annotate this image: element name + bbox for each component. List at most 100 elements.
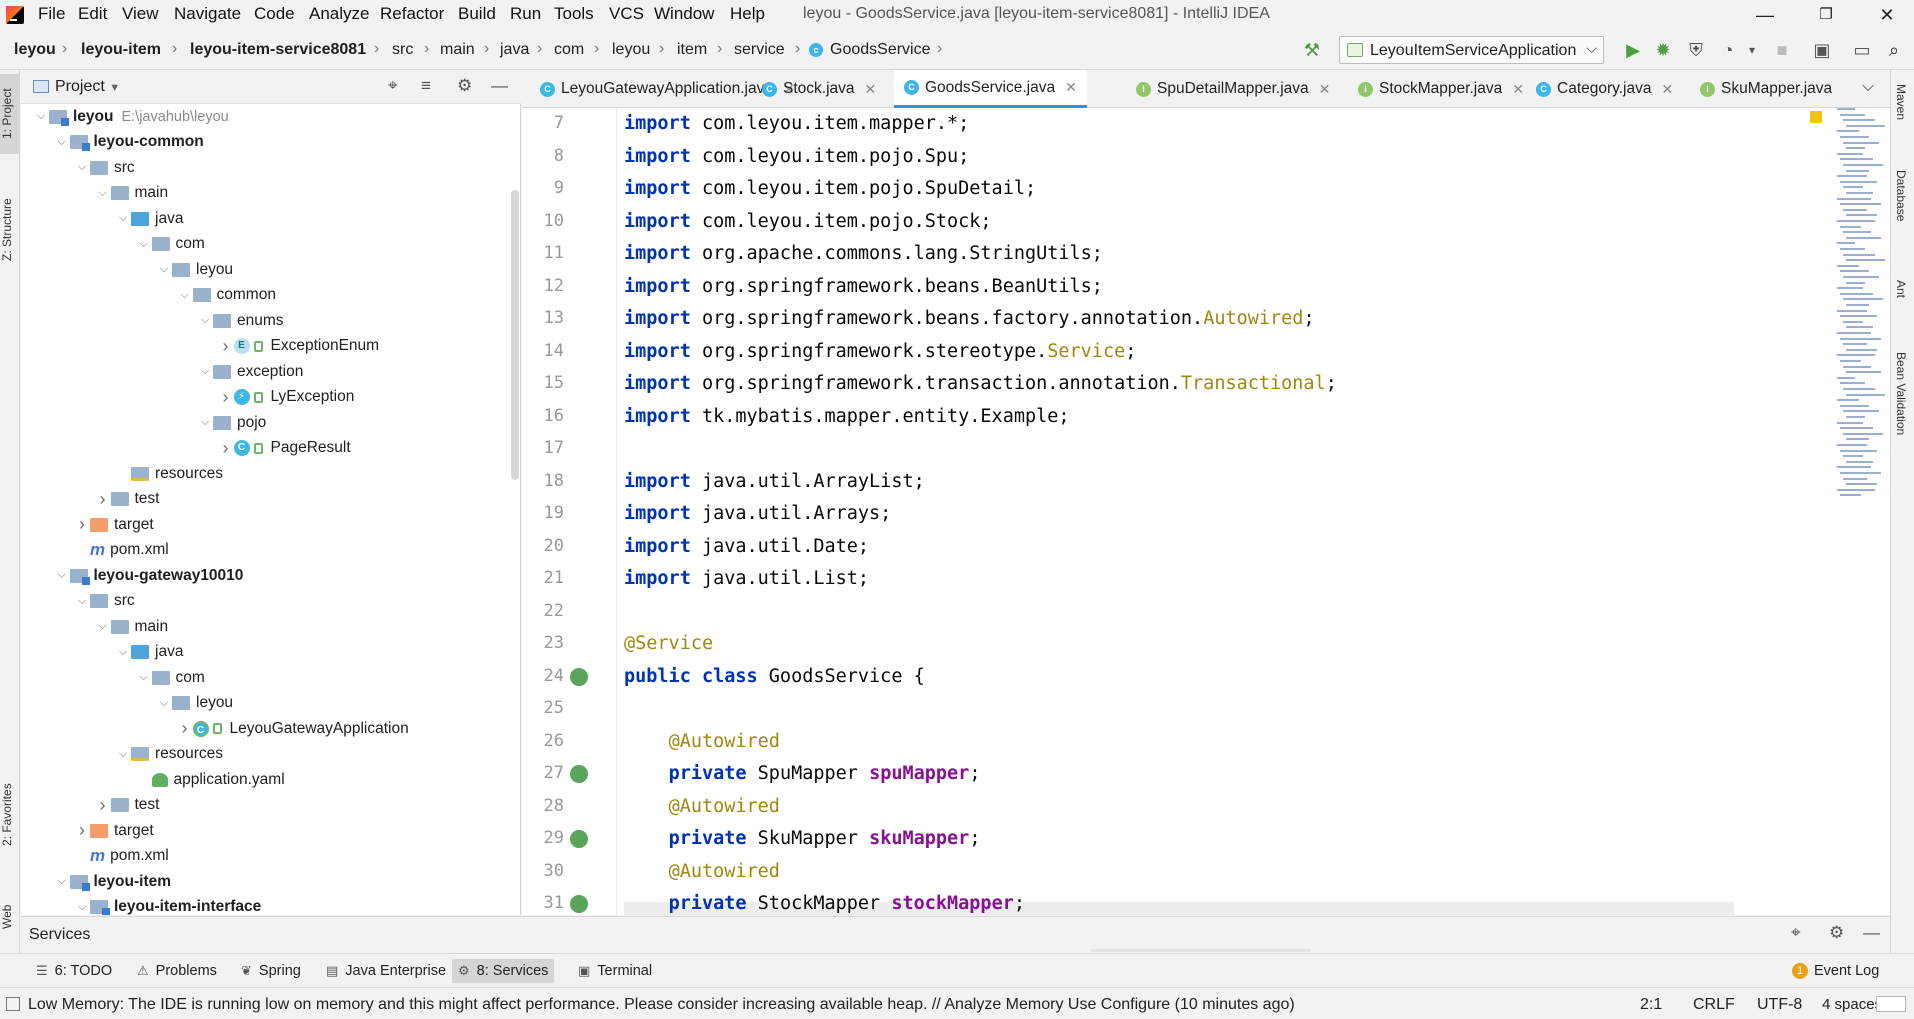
tool-window-button[interactable]: ▤ Java Enterprise: [320, 959, 452, 983]
chevron-right-icon[interactable]: ›: [95, 489, 111, 510]
menu-help[interactable]: Help: [730, 4, 765, 24]
tool-window-button[interactable]: ⚠ Problems: [131, 959, 223, 983]
chevron-down-icon[interactable]: ⌵: [136, 238, 152, 251]
chevron-right-icon[interactable]: ›: [218, 387, 234, 408]
tree-item[interactable]: ⌵ enums: [197, 308, 284, 333]
gear-icon[interactable]: ⚙: [457, 76, 472, 96]
menu-analyze[interactable]: Analyze: [309, 4, 369, 24]
chevron-right-icon[interactable]: ›: [95, 795, 111, 816]
chevron-down-icon[interactable]: ⌵: [156, 263, 172, 276]
chevron-right-icon[interactable]: ›: [218, 438, 234, 459]
tab-structure[interactable]: Z: Structure: [0, 180, 20, 280]
build-hammer-icon[interactable]: ⚒: [1300, 38, 1324, 62]
globe-icon[interactable]: ⌖: [1791, 923, 1801, 943]
breadcrumb-item[interactable]: service: [734, 41, 785, 59]
tree-item[interactable]: ⌵ resources: [115, 742, 223, 767]
chevron-right-icon[interactable]: ›: [218, 336, 234, 357]
tree-item[interactable]: m pom.xml: [74, 844, 169, 869]
editor-tab[interactable]: C Category.java ✕: [1526, 70, 1683, 108]
tree-item[interactable]: ⌵ leyou-item-interface: [74, 895, 261, 915]
minimize-button[interactable]: —: [1742, 2, 1788, 28]
chevron-down-icon[interactable]: ⌵: [74, 595, 90, 608]
menu-code[interactable]: Code: [254, 4, 295, 24]
chevron-down-icon[interactable]: ⌵: [197, 365, 213, 378]
chevron-down-icon[interactable]: ▾: [1740, 38, 1764, 62]
tree-item[interactable]: ⌵ java: [115, 206, 184, 231]
tab-ant[interactable]: Ant: [1894, 280, 1908, 298]
tree-item[interactable]: application.yaml: [136, 767, 285, 792]
tree-item[interactable]: › target: [74, 818, 154, 843]
tool-window-button[interactable]: ❦ Spring: [235, 959, 307, 983]
scrollbar[interactable]: [511, 190, 519, 480]
chevron-down-icon[interactable]: ⌵: [54, 569, 70, 582]
code-area[interactable]: import com.leyou.item.mapper.*; import co…: [624, 108, 1854, 915]
coverage-icon[interactable]: ⛨: [1684, 38, 1708, 62]
tree-item[interactable]: › E ExceptionEnum: [218, 334, 380, 359]
breadcrumb-item[interactable]: GoodsService: [830, 41, 931, 59]
tab-database[interactable]: Database: [1894, 170, 1908, 221]
breadcrumb-item[interactable]: com: [554, 41, 584, 59]
menu-view[interactable]: View: [122, 4, 159, 24]
resize-handle[interactable]: [1091, 949, 1311, 952]
breadcrumb-item[interactable]: item: [677, 41, 707, 59]
editor-tab[interactable]: I StockMapper.java ✕: [1348, 70, 1534, 108]
menu-file[interactable]: File: [38, 4, 65, 24]
search-icon[interactable]: ⌕: [1882, 38, 1906, 62]
chevron-right-icon[interactable]: ›: [74, 514, 90, 535]
editor-tab[interactable]: I SkuMapper.java: [1690, 70, 1832, 108]
menu-tools[interactable]: Tools: [554, 4, 594, 24]
breadcrumb-item[interactable]: leyou: [612, 41, 650, 59]
menu-window[interactable]: Window: [654, 4, 714, 24]
tree-item[interactable]: ⌵ leyou E:\javahub\leyou: [33, 104, 229, 129]
run-configuration-select[interactable]: LeyouItemServiceApplication ⌵: [1339, 36, 1604, 64]
chevron-right-icon[interactable]: ›: [177, 718, 193, 739]
indent-setting[interactable]: 4 spaces: [1822, 996, 1882, 1013]
caret-position[interactable]: 2:1: [1640, 996, 1662, 1014]
chevron-down-icon[interactable]: ⌵: [54, 875, 70, 888]
breadcrumb-item[interactable]: java: [500, 41, 529, 59]
tree-item[interactable]: m pom.xml: [74, 538, 169, 563]
debug-icon[interactable]: ✹: [1651, 38, 1675, 62]
tabs-overflow-chevron-icon[interactable]: ⌵: [1862, 78, 1874, 96]
warning-marker-icon[interactable]: [1810, 111, 1822, 123]
chevron-down-icon[interactable]: ⌵: [95, 620, 111, 633]
hide-icon[interactable]: —: [491, 76, 508, 96]
tree-item[interactable]: ⌵ com: [136, 665, 204, 690]
breadcrumb-item[interactable]: src: [392, 41, 413, 59]
tree-item[interactable]: ⌵ pojo: [197, 410, 266, 435]
tree-item[interactable]: › target: [74, 512, 154, 537]
chevron-down-icon[interactable]: ⌵: [115, 748, 131, 761]
menu-refactor[interactable]: Refactor: [380, 4, 444, 24]
spring-bean-gutter-icon[interactable]: [570, 895, 588, 913]
tree-item[interactable]: ⌵ common: [177, 283, 276, 308]
tree-item[interactable]: ⌵ leyou: [156, 257, 233, 282]
spring-bean-gutter-icon[interactable]: [570, 830, 588, 848]
chevron-down-icon[interactable]: ⌵: [115, 212, 131, 225]
file-encoding[interactable]: UTF-8: [1757, 996, 1802, 1014]
breadcrumb-item[interactable]: leyou-item-service8081: [190, 41, 366, 59]
tree-item[interactable]: ⌵ main: [95, 614, 168, 639]
tab-bean-validation[interactable]: Bean Validation: [1894, 352, 1908, 435]
spring-bean-gutter-icon[interactable]: [570, 667, 588, 686]
tree-item[interactable]: › C PageResult: [218, 436, 351, 461]
close-icon[interactable]: ✕: [1512, 81, 1524, 98]
breadcrumb-item[interactable]: leyou-item: [81, 41, 161, 59]
tree-item[interactable]: ⌵ main: [95, 181, 168, 206]
project-view-select[interactable]: Project ▼: [55, 78, 120, 96]
tree-item[interactable]: ⌵ leyou-item: [54, 869, 171, 894]
tree-item[interactable]: ⌵ leyou: [156, 691, 233, 716]
tree-item[interactable]: resources: [115, 461, 223, 486]
collapse-all-icon[interactable]: ≡: [421, 76, 431, 96]
tree-item[interactable]: ⌵ src: [74, 589, 135, 614]
editor-tab[interactable]: C GoodsService.java ✕: [894, 70, 1087, 108]
breadcrumb-item[interactable]: leyou: [14, 41, 56, 59]
chevron-down-icon[interactable]: ⌵: [197, 416, 213, 429]
locate-icon[interactable]: ⌖: [388, 76, 398, 96]
restore-button[interactable]: ❐: [1803, 2, 1849, 28]
memory-indicator[interactable]: [1876, 996, 1906, 1012]
line-separator[interactable]: CRLF: [1693, 996, 1735, 1014]
tree-item[interactable]: ⌵ exception: [197, 359, 304, 384]
close-icon[interactable]: ✕: [1661, 81, 1673, 98]
chevron-down-icon[interactable]: ⌵: [177, 289, 193, 302]
chevron-down-icon[interactable]: ⌵: [95, 187, 111, 200]
